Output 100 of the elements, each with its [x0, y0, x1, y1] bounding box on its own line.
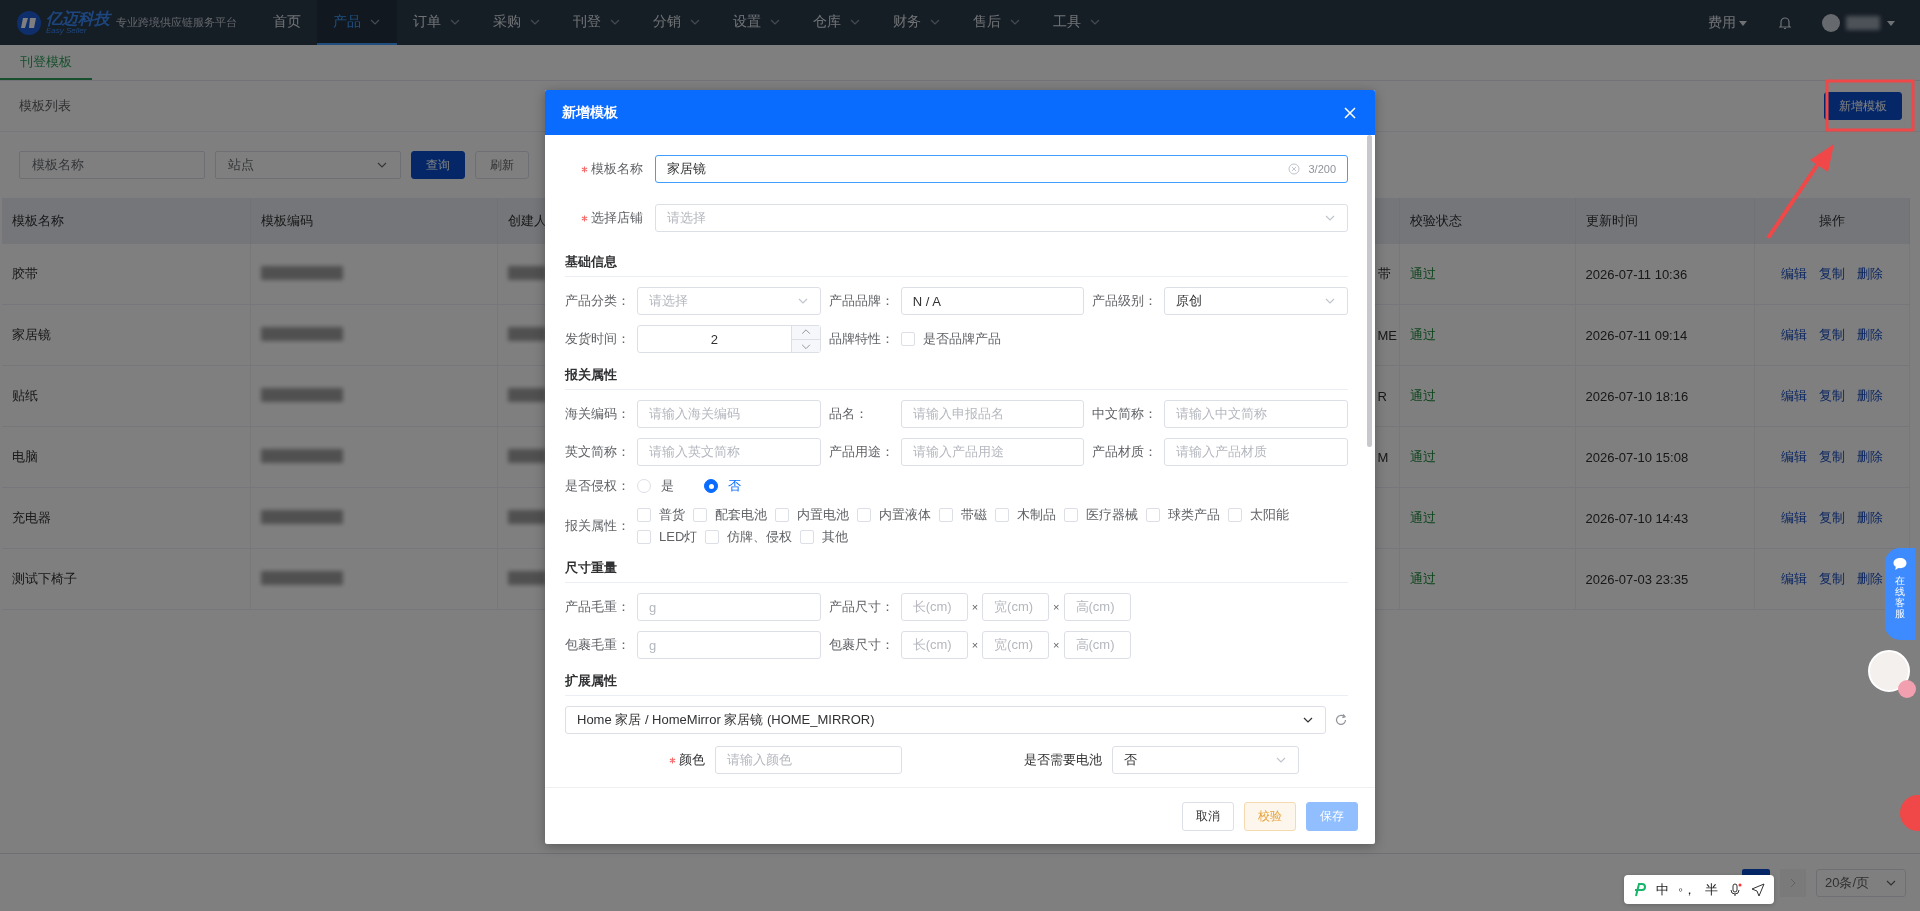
input-field[interactable]: 高(cm) [1063, 593, 1131, 621]
table-cell: R [1377, 388, 1387, 404]
add-template-button[interactable]: 新增模板 [1824, 92, 1902, 120]
input-field[interactable]: g [637, 631, 821, 659]
nav-menu-item[interactable]: 产品 [317, 0, 397, 45]
action-link[interactable]: 编辑 [1780, 449, 1807, 464]
number-input[interactable]: 2 [637, 325, 821, 353]
nav-menu-item[interactable]: 订单 [397, 0, 477, 45]
action-link[interactable]: 复制 [1818, 510, 1845, 525]
fee-menu[interactable]: 费用 [1708, 13, 1748, 32]
nav-menu-item[interactable]: 财务 [877, 0, 957, 45]
cascader-select[interactable]: Home 家居 / HomeMirror 家居镜 (HOME_MIRROR) [565, 706, 1326, 734]
nav-menu-item[interactable]: 首页 [257, 0, 317, 45]
refresh-button[interactable]: 刷新 [475, 151, 529, 179]
select-field[interactable]: 否 [1111, 746, 1299, 774]
field-label: 产品品牌： [828, 292, 895, 310]
cancel-button[interactable]: 取消 [1182, 801, 1234, 831]
input-field[interactable]: 请输入产品用途 [900, 438, 1085, 466]
action-link[interactable]: 复制 [1818, 571, 1845, 586]
bell-icon[interactable] [1778, 15, 1792, 30]
input-field[interactable]: g [637, 593, 821, 621]
checkbox[interactable] [857, 508, 871, 522]
input-field[interactable]: 长(cm) [900, 593, 968, 621]
refresh-icon[interactable] [1334, 713, 1348, 727]
action-link[interactable]: 删除 [1856, 571, 1883, 586]
select-field[interactable]: 请选择 [637, 287, 821, 315]
checkbox[interactable] [693, 508, 707, 522]
nav-menu-item[interactable]: 工具 [1037, 0, 1117, 45]
name-filter-field[interactable]: 模板名称 [19, 151, 205, 179]
section-title: 尺寸重量 [565, 559, 1348, 583]
checkbox[interactable] [1146, 508, 1160, 522]
checkbox[interactable] [637, 508, 651, 522]
clear-icon[interactable] [1288, 163, 1301, 175]
send-icon[interactable] [1751, 882, 1766, 897]
ime-button[interactable]: 半 [1705, 880, 1719, 899]
checkbox-label: 内置电池 [797, 506, 849, 524]
checkbox[interactable] [1228, 508, 1242, 522]
column-header: 操作 [1754, 198, 1910, 244]
nav-menu-item[interactable]: 售后 [957, 0, 1037, 45]
input-field[interactable]: N / A [900, 287, 1085, 315]
input-field[interactable]: 高(cm) [1063, 631, 1131, 659]
checkbox[interactable] [800, 530, 815, 544]
nav-menu-item[interactable]: 刊登 [557, 0, 637, 45]
validate-button[interactable]: 校验 [1244, 801, 1296, 831]
section-title: 扩展属性 [565, 672, 1348, 696]
action-link[interactable]: 删除 [1856, 266, 1883, 281]
input-field[interactable]: 家居镜 3/200 [655, 155, 1348, 183]
checkbox[interactable] [1064, 508, 1078, 522]
avatar[interactable] [1822, 13, 1840, 32]
action-link[interactable]: 编辑 [1780, 266, 1807, 281]
action-link[interactable]: 编辑 [1780, 571, 1807, 586]
checkbox[interactable] [775, 508, 789, 522]
input-field[interactable]: 请输入申报品名 [900, 400, 1085, 428]
action-link[interactable]: 删除 [1856, 510, 1883, 525]
nav-menu-item[interactable]: 采购 [477, 0, 557, 45]
input-field[interactable]: 请输入中文简称 [1164, 400, 1348, 428]
ime-logo-icon[interactable] [1632, 882, 1647, 897]
assistant-avatar[interactable] [1868, 650, 1910, 692]
page-tab[interactable]: 刊登模板 [0, 45, 92, 80]
action-link[interactable]: 编辑 [1780, 327, 1807, 342]
ime-button[interactable]: ◦， [1678, 880, 1697, 899]
chat-widget[interactable]: 在线客服 [1885, 548, 1915, 640]
checkbox[interactable] [939, 508, 953, 522]
action-link[interactable]: 复制 [1818, 266, 1845, 281]
action-link[interactable]: 删除 [1856, 327, 1883, 342]
checkbox-label: 仿牌、侵权 [727, 528, 793, 546]
checkbox[interactable] [995, 508, 1009, 522]
next-page-button[interactable] [1780, 868, 1806, 897]
radio-button[interactable] [704, 479, 718, 493]
query-button[interactable]: 查询 [411, 151, 465, 179]
input-field[interactable]: 宽(cm) [982, 631, 1050, 659]
checkbox-label: 带磁 [961, 506, 987, 524]
input-field[interactable]: 请输入颜色 [715, 746, 902, 774]
ime-button[interactable]: 中 [1656, 880, 1670, 899]
action-link[interactable]: 编辑 [1780, 388, 1807, 403]
action-link[interactable]: 复制 [1818, 388, 1845, 403]
action-link[interactable]: 复制 [1818, 327, 1845, 342]
site-select[interactable]: 站点 [215, 151, 401, 179]
action-link[interactable]: 删除 [1856, 449, 1883, 464]
status-text: 通过 [1409, 571, 1436, 586]
select-field[interactable]: 原创 [1164, 287, 1348, 315]
page-size-select[interactable]: 20条/页 [1816, 868, 1906, 897]
input-field[interactable]: 长(cm) [900, 631, 968, 659]
action-link[interactable]: 删除 [1856, 388, 1883, 403]
action-link[interactable]: 复制 [1818, 449, 1845, 464]
action-link[interactable]: 编辑 [1780, 510, 1807, 525]
checkbox[interactable] [637, 530, 651, 544]
select-field[interactable]: 请选择 [655, 204, 1348, 232]
microphone-icon[interactable] [1727, 882, 1742, 897]
nav-menu-item[interactable]: 分销 [637, 0, 717, 45]
input-field[interactable]: 请输入产品材质 [1164, 438, 1348, 466]
checkbox[interactable] [900, 332, 915, 346]
nav-menu-item[interactable]: 设置 [717, 0, 797, 45]
nav-menu-item[interactable]: 仓库 [797, 0, 877, 45]
input-field[interactable]: 请输入英文简称 [637, 438, 821, 466]
close-icon[interactable] [1343, 105, 1357, 120]
chevron-up-icon[interactable] [791, 326, 820, 340]
checkbox[interactable] [705, 530, 720, 544]
input-field[interactable]: 请输入海关编码 [637, 400, 821, 428]
input-field[interactable]: 宽(cm) [982, 593, 1050, 621]
